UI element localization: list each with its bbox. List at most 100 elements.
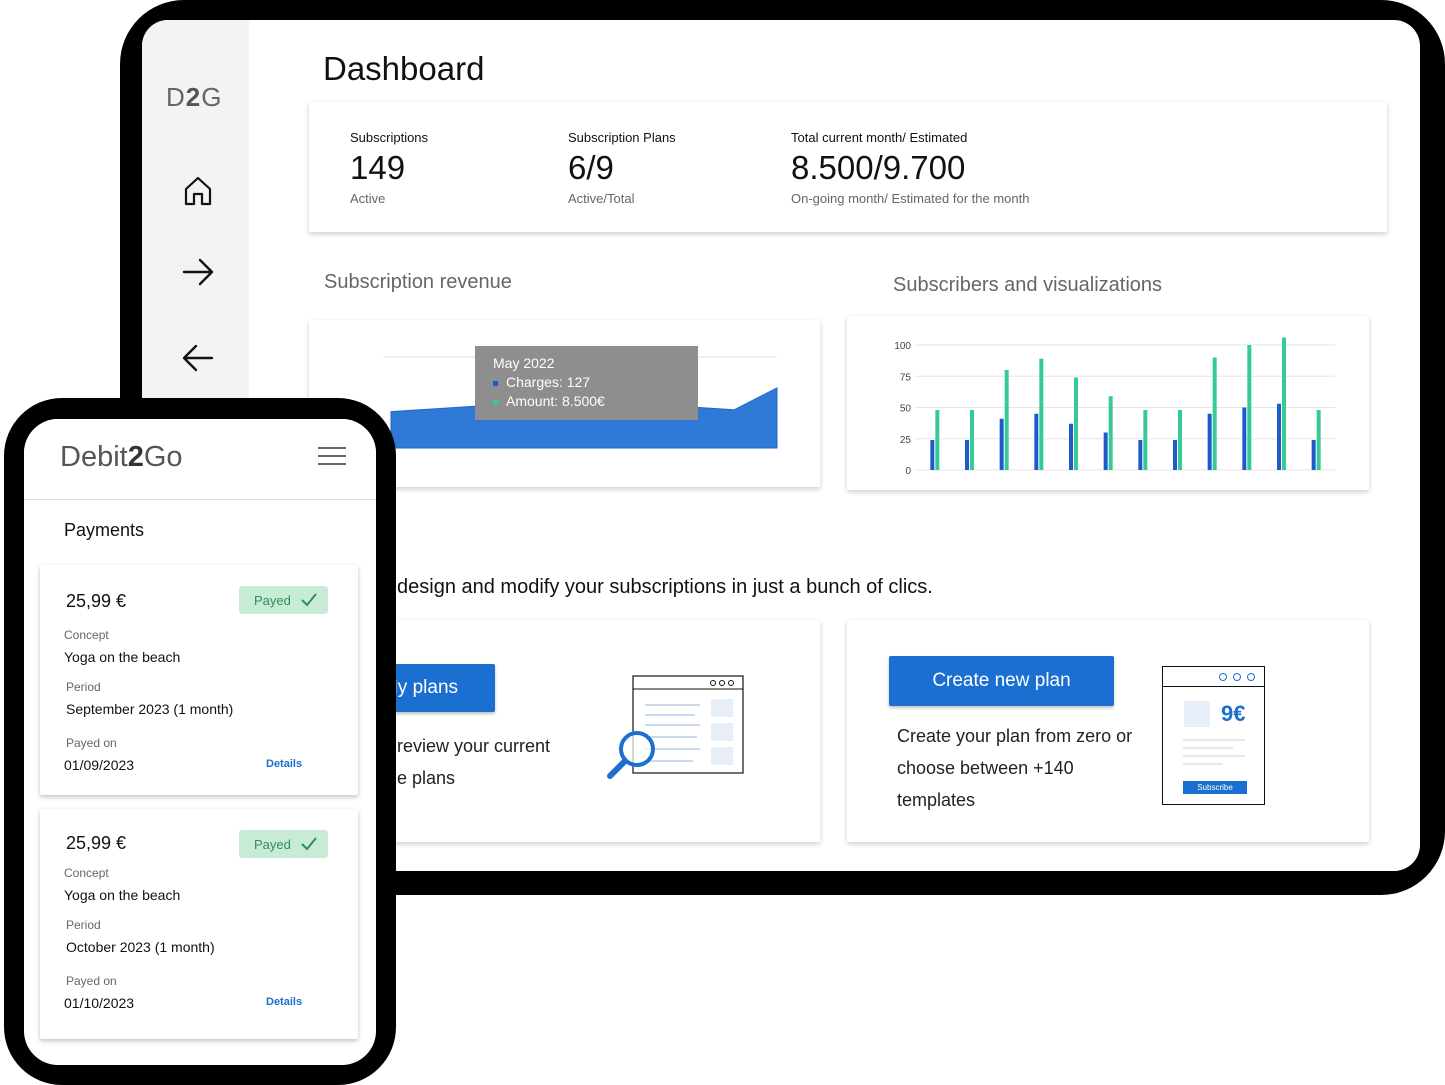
payment-amount: 25,99 € (66, 833, 127, 853)
check-icon (301, 837, 317, 851)
y-tick-label: 75 (900, 372, 912, 383)
stat-sub: Active (350, 191, 386, 206)
bar (1108, 396, 1113, 470)
app-logo: D2G (166, 82, 223, 112)
period-label: Period (66, 680, 101, 694)
phone-header: Debit2Go (24, 419, 376, 500)
bar (1103, 432, 1108, 470)
status-badge: Payed (239, 830, 328, 858)
stats-card: Subscriptions 149 Active Subscription Pl… (309, 102, 1387, 232)
concept-label: Concept (64, 628, 109, 642)
payments-title: Payments (64, 520, 145, 540)
window-dots-icon (1219, 673, 1255, 681)
stat-label: Subscription Plans (568, 130, 676, 145)
create-plan-text-line: templates (897, 790, 976, 810)
y-tick-label: 50 (900, 404, 912, 415)
main-content: Dashboard Subscriptions 149 Active Subsc… (249, 20, 1420, 871)
stat-plans: Subscription Plans 6/9 Active/Total (568, 130, 676, 206)
my-plans-text-line: e plans (397, 768, 456, 788)
bar (1212, 357, 1217, 470)
bar (1311, 440, 1316, 470)
stat-value: 6/9 (568, 149, 614, 186)
stat-value: 149 (350, 149, 406, 186)
payment-amount: 25,99 € (66, 591, 127, 611)
legend-dot (493, 399, 498, 405)
revenue-title: Subscription revenue (324, 271, 512, 293)
template-titlebar (1163, 667, 1264, 687)
stat-label: Subscriptions (350, 130, 429, 145)
period-value: October 2023 (1 month) (66, 939, 215, 955)
payed-on-value: 01/09/2023 (64, 757, 135, 773)
template-subscribe-button: Subscribe (1183, 781, 1247, 794)
create-plan-text: Create your plan from zero or choose bet… (897, 720, 1132, 816)
stat-subscriptions: Subscriptions 149 Active (350, 130, 428, 206)
details-link[interactable]: Details (266, 758, 302, 770)
template-line (1183, 747, 1233, 749)
tooltip-charges: Charges: 127 (493, 373, 680, 392)
tooltip-amount: Amount: 8.500€ (493, 392, 680, 411)
create-plan-text-line: Create your plan from zero or (897, 726, 1133, 746)
my-plans-text: review your current e plans (397, 730, 550, 794)
payed-on-label: Payed on (66, 974, 117, 988)
payed-on-value: 01/10/2023 (64, 995, 135, 1011)
bar (970, 410, 974, 470)
concept-value: Yoga on the beach (64, 887, 181, 903)
hamburger-menu-icon[interactable] (318, 447, 346, 467)
page-title: Dashboard (323, 50, 485, 87)
bar (965, 440, 969, 470)
check-icon (301, 593, 317, 607)
tooltip-title: May 2022 (493, 355, 555, 371)
stat-label: Total current month/ Estimated (791, 130, 968, 145)
payment-card[interactable]: 25,99 € Payed Concept Yoga on the beach … (40, 809, 358, 1039)
y-tick-label: 0 (905, 466, 911, 477)
bar (999, 418, 1004, 470)
bar (1247, 345, 1252, 470)
stat-value: 8.500/9.700 (791, 149, 966, 186)
period-value: September 2023 (1 month) (66, 701, 234, 717)
template-line (1183, 763, 1223, 765)
tagline: design and modify your subscriptions in … (397, 576, 933, 598)
brand-logo: Debit2Go (60, 441, 183, 473)
template-illustration: 9€ Subscribe (1162, 666, 1265, 805)
concept-label: Concept (64, 866, 109, 880)
payment-card[interactable]: 25,99 € Payed Concept Yoga on the beach … (40, 565, 358, 795)
bar (1282, 337, 1286, 470)
bar (935, 410, 940, 470)
my-plans-text-line: review your current (397, 736, 551, 756)
visual-title: Subscribers and visualizations (893, 274, 1163, 296)
plans-search-illustration (607, 675, 744, 779)
status-badge: Payed (239, 586, 328, 614)
bar (1277, 403, 1281, 470)
bar (930, 440, 935, 470)
bar-chart: 100 75 50 25 0 (894, 337, 1335, 477)
concept-value: Yoga on the beach (64, 649, 181, 665)
stat-sub: Active/Total (568, 191, 635, 206)
create-plan-text-line: choose between +140 (897, 758, 1074, 778)
arrow-left-icon[interactable] (180, 340, 216, 376)
bar (1207, 413, 1212, 470)
period-label: Period (66, 918, 101, 932)
bar (1316, 410, 1321, 470)
template-thumb-icon (1184, 701, 1210, 727)
details-link[interactable]: Details (266, 996, 302, 1008)
bar (1138, 440, 1143, 470)
bar (1074, 377, 1078, 470)
chart-tooltip: May 2022 Charges: 127 Amount: 8.500€ (475, 346, 698, 420)
bar (1242, 407, 1247, 470)
create-plan-button[interactable]: Create new plan (889, 656, 1114, 706)
bar (1039, 358, 1044, 470)
template-line (1183, 755, 1245, 757)
y-tick-label: 100 (894, 341, 911, 352)
phone-screen: Debit2Go Payments 25,99 € Payed Concept … (24, 419, 376, 1065)
template-price: 9€ (1221, 701, 1246, 726)
legend-dot (493, 380, 498, 386)
template-line (1183, 739, 1245, 741)
bar (1034, 413, 1039, 470)
bar (1178, 410, 1182, 470)
stat-total: Total current month/ Estimated 8.500/9.7… (791, 130, 1029, 206)
home-icon[interactable] (180, 172, 216, 208)
bar (1143, 410, 1148, 470)
create-plan-card: Create new plan Create your plan from ze… (847, 620, 1369, 842)
arrow-right-icon[interactable] (180, 254, 216, 290)
bar (1069, 423, 1073, 470)
